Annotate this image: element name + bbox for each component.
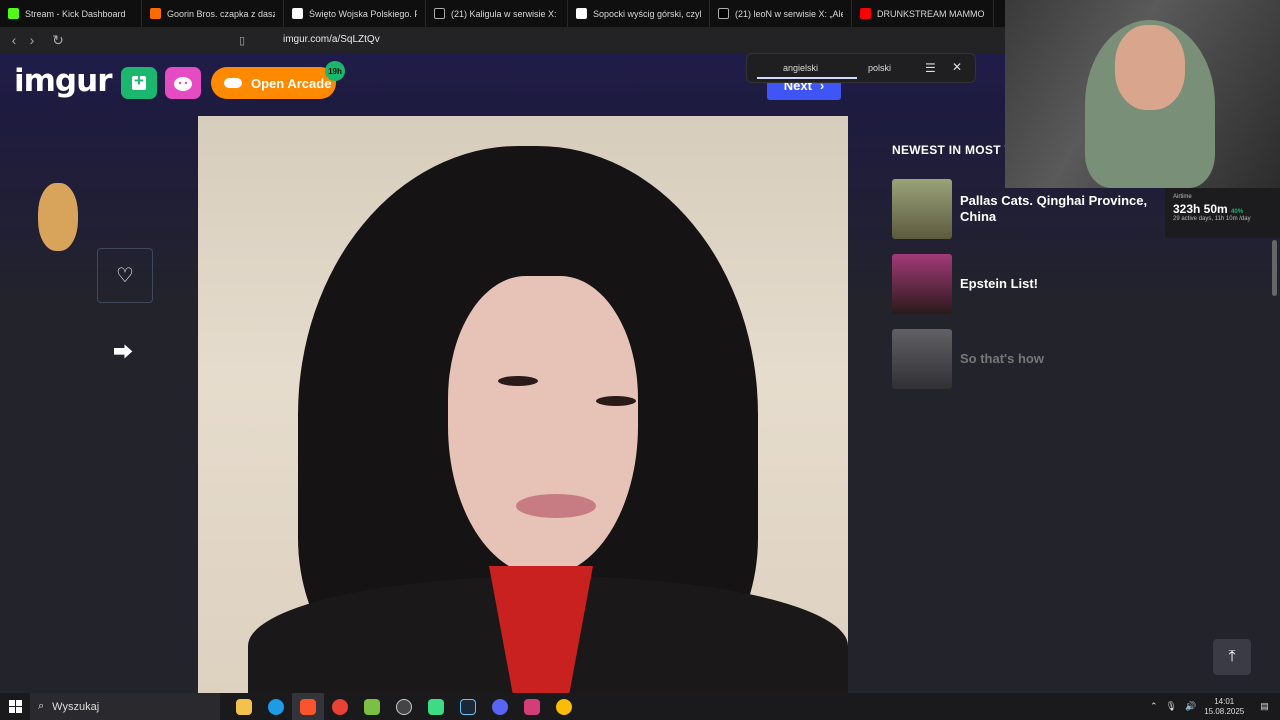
explorer-icon[interactable] (228, 693, 260, 720)
tab-x-kaligula[interactable]: (21) Kaligula w serwisie X: „Brak (426, 0, 568, 27)
tab-x-leon[interactable]: (21) leoN w serwisie X: „Ale to (710, 0, 852, 27)
youtube-icon (860, 8, 871, 19)
chevron-up-icon[interactable]: ⌃ (1150, 701, 1158, 712)
tab-swieto[interactable]: Święto Wojska Polskiego. Przyp (284, 0, 426, 27)
brave-icon[interactable] (292, 693, 324, 720)
tab-sopocki[interactable]: Sopocki wyścig górski, czyli 28 (568, 0, 710, 27)
kick-icon (8, 8, 19, 19)
back-button[interactable]: ‹ (5, 31, 23, 49)
taskbar-search[interactable]: ⌕ Wyszukaj (30, 693, 220, 720)
back-to-top-button[interactable]: ⤒ (1213, 639, 1251, 675)
pig-icon (174, 77, 192, 91)
chrome-icon[interactable] (548, 693, 580, 720)
share-button[interactable]: ⮕ (113, 336, 133, 365)
imgur-logo[interactable]: imgur (14, 63, 112, 99)
post-thumbnail[interactable] (892, 329, 952, 389)
steam-icon[interactable] (452, 693, 484, 720)
search-icon: ⌕ (38, 700, 45, 712)
tab-kick[interactable]: Stream - Kick Dashboard (0, 0, 142, 27)
post-thumbnail[interactable] (892, 179, 952, 239)
news-icon (576, 8, 587, 19)
post-image[interactable] (198, 116, 848, 696)
system-tray: ⌃ 🎙 🔊 14:01 15.08.2025 ▤ (1150, 693, 1269, 720)
close-icon[interactable]: ✕ (952, 60, 962, 74)
notification-icon[interactable]: ▤ (1260, 701, 1269, 712)
volume-icon[interactable]: 🔊 (1185, 701, 1196, 712)
obs-icon[interactable] (388, 693, 420, 720)
gamepad-icon (224, 78, 242, 88)
bookmark-icon[interactable]: ▯ (233, 31, 251, 49)
windows-icon (8, 700, 22, 713)
x-icon (718, 8, 729, 19)
play-icon[interactable] (420, 693, 452, 720)
sidebar-title: NEWEST IN MOST V (892, 143, 1013, 157)
app-icon[interactable] (356, 693, 388, 720)
microphone-icon[interactable]: 🎙 (1166, 701, 1177, 712)
amazon-icon (150, 8, 161, 19)
menu-icon[interactable]: ☰ (925, 61, 936, 75)
clock[interactable]: 14:01 15.08.2025 (1204, 697, 1244, 717)
target-language-tab[interactable]: polski (868, 63, 891, 73)
airtime-widget: Airtime 323h 50m 40% 29 active days, 11h… (1165, 188, 1280, 238)
open-arcade-button[interactable]: Open Arcade (211, 67, 336, 99)
sidebar-post[interactable]: So that's how (892, 329, 1150, 389)
scrollbar[interactable] (1272, 240, 1277, 296)
url-field[interactable]: imgur.com/a/SqLZtQv (283, 34, 380, 45)
meme-button[interactable] (165, 67, 201, 99)
like-button[interactable]: ♡ (97, 248, 153, 303)
share-arrow-icon: ⮕ (113, 342, 133, 364)
chrome-icon[interactable] (324, 693, 356, 720)
translate-popup: angielski polski ☰ ✕ (746, 53, 976, 83)
x-icon (434, 8, 445, 19)
start-button[interactable] (0, 693, 30, 720)
taskbar: ⌕ Wyszukaj ⌃ 🎙 🔊 14:01 15.08.2025 ▤ (0, 693, 1280, 720)
forward-button[interactable]: › (23, 31, 41, 49)
arcade-timer-badge: 19h (325, 61, 345, 81)
hamster-sticker (38, 183, 78, 251)
source-language-tab[interactable]: angielski (783, 63, 818, 73)
new-post-button[interactable] (121, 67, 157, 99)
sidebar-post[interactable]: Epstein List! (892, 254, 1150, 314)
tab-youtube[interactable]: DRUNKSTREAM MAMMONA (852, 0, 994, 27)
heart-icon: ♡ (116, 265, 134, 287)
webcam-overlay (1005, 0, 1280, 188)
post-thumbnail[interactable] (892, 254, 952, 314)
reload-button[interactable]: ↻ (49, 31, 67, 49)
tab-goorin[interactable]: Goorin Bros. czapka z daszkiem (142, 0, 284, 27)
edge-icon[interactable] (260, 693, 292, 720)
discord-icon[interactable] (484, 693, 516, 720)
news-icon (292, 8, 303, 19)
arrow-up-icon: ⤒ (1228, 648, 1236, 665)
sidebar-post[interactable]: Pallas Cats. Qinghai Province, China (892, 179, 1150, 239)
app-icon[interactable] (516, 693, 548, 720)
